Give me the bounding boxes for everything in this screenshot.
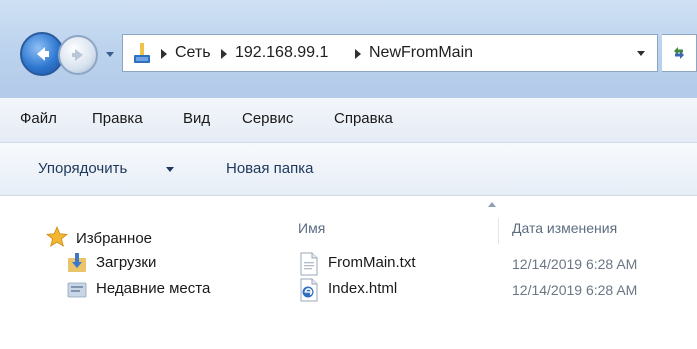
file-name[interactable]: Index.html	[328, 280, 397, 297]
address-bar[interactable]: Сеть 192.168.99.1 NewFromMain	[122, 34, 658, 72]
breadcrumb-network[interactable]: Сеть	[175, 44, 211, 62]
menu-bar: Файл Правка Вид Сервис Справка	[0, 98, 697, 143]
chevron-down-icon	[106, 52, 114, 57]
refresh-button[interactable]	[662, 34, 697, 72]
forward-button[interactable]	[58, 35, 98, 75]
organize-dropdown-icon[interactable]	[166, 167, 174, 172]
file-name[interactable]: FromMain.txt	[328, 254, 416, 271]
menu-view[interactable]: Вид	[183, 110, 210, 127]
breadcrumb-arrow-icon[interactable]	[161, 49, 167, 59]
column-header-name[interactable]: Имя	[298, 220, 325, 236]
breadcrumb-arrow-icon[interactable]	[355, 49, 361, 59]
organize-button[interactable]: Упорядочить	[38, 160, 127, 177]
text-file-icon	[300, 252, 318, 276]
downloads-folder-icon	[68, 253, 86, 272]
nav-favorites[interactable]: Избранное	[76, 230, 152, 247]
nav-recent-places[interactable]: Недавние места	[96, 280, 210, 297]
sort-ascending-icon	[488, 202, 496, 207]
breadcrumb-arrow-icon[interactable]	[221, 49, 227, 59]
file-list: Имя Дата изменения FromMain.txt 12/14/20…	[282, 196, 697, 349]
folder-network-icon	[134, 43, 150, 63]
command-bar: Упорядочить Новая папка	[0, 143, 697, 196]
file-date-modified: 12/14/2019 6:28 AM	[512, 256, 638, 272]
breadcrumb-host[interactable]: 192.168.99.1	[235, 44, 328, 62]
explorer-title-bar: Сеть 192.168.99.1 NewFromMain	[0, 0, 697, 98]
refresh-icon	[674, 47, 684, 59]
navigation-pane: Избранное Загрузки Недавние места	[0, 196, 282, 349]
arrow-right-icon	[72, 49, 83, 61]
favorites-star-icon	[46, 226, 68, 247]
nav-downloads[interactable]: Загрузки	[96, 254, 156, 271]
file-date-modified: 12/14/2019 6:28 AM	[512, 282, 638, 298]
html-file-icon	[300, 278, 318, 302]
column-divider[interactable]	[498, 218, 499, 244]
column-header-date-modified[interactable]: Дата изменения	[512, 220, 617, 236]
new-folder-button[interactable]: Новая папка	[226, 160, 313, 177]
menu-help[interactable]: Справка	[334, 110, 393, 127]
address-history-dropdown-icon[interactable]	[637, 51, 645, 56]
breadcrumb-current-folder[interactable]: NewFromMain	[369, 44, 473, 62]
arrow-left-icon	[37, 47, 49, 61]
menu-edit[interactable]: Правка	[92, 110, 143, 127]
menu-tools[interactable]: Сервис	[242, 110, 293, 127]
recent-places-icon	[67, 282, 87, 298]
menu-file[interactable]: Файл	[20, 110, 57, 127]
recent-pages-dropdown[interactable]	[103, 48, 117, 62]
